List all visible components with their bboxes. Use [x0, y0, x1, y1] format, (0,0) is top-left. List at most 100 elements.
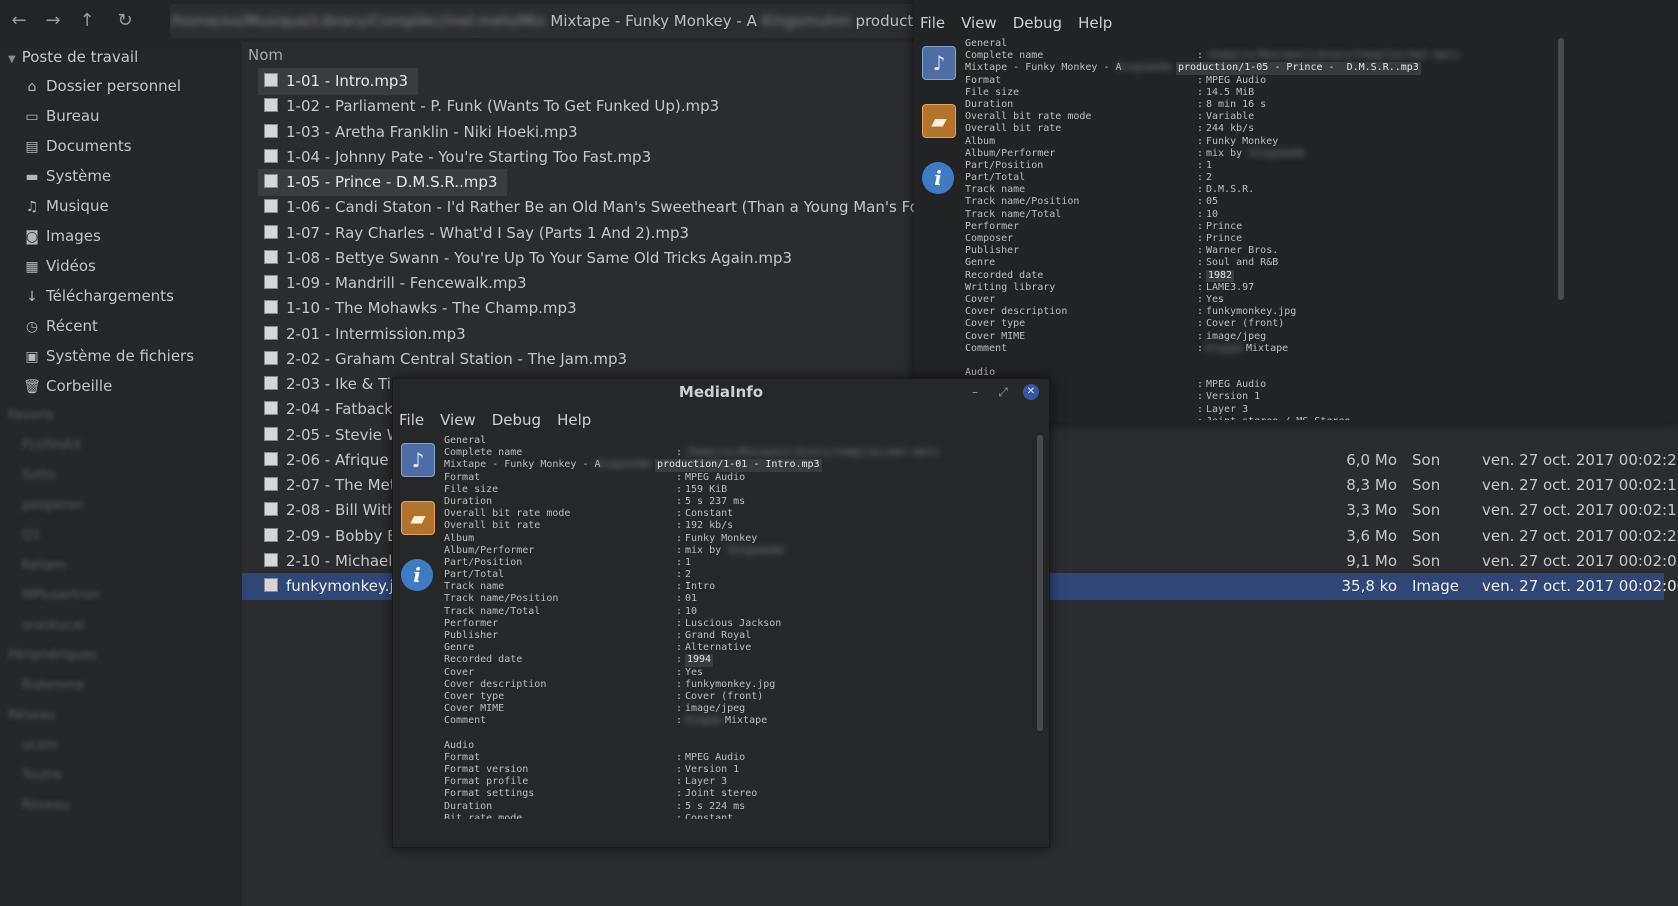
file-name-cell: 1-10 - The Mohawks - The Champ.mp3 — [258, 295, 587, 322]
file-icon — [264, 275, 278, 289]
report-value: MPEG Audio — [1206, 379, 1267, 391]
report-key: Overall bit rate — [965, 123, 1062, 135]
file-name: 1-09 - Mandrill - Fencewalk.mp3 — [286, 274, 527, 292]
sidebar-item[interactable]: 🗑 Corbeille — [22, 372, 112, 400]
menu-file[interactable]: File — [399, 411, 424, 429]
folder-icon[interactable]: ▰ — [401, 501, 435, 535]
file-name-cell: 1-02 - Parliament - P. Funk (Wants To Ge… — [258, 93, 729, 120]
menu-help[interactable]: Help — [557, 411, 591, 429]
report-key: Track name/Total — [444, 605, 541, 617]
report-colon: : — [1197, 403, 1204, 415]
mediainfo-menubar: File View Debug Help — [399, 411, 607, 437]
menu-file[interactable]: File — [920, 14, 945, 32]
report-key: Overall bit rate — [444, 520, 541, 532]
file-name: 1-06 - Candi Staton - I'd Rather Be an O… — [286, 198, 977, 217]
menu-help[interactable]: Help — [1078, 14, 1112, 32]
sidebar-item[interactable]: ↓ Téléchargements — [22, 282, 174, 310]
report-value: 14.5 MiB — [1206, 86, 1255, 98]
report-colon: : — [1197, 342, 1204, 354]
report-colon: : — [676, 581, 683, 593]
report-line: Duration:5 s 224 ms — [444, 801, 1036, 813]
mediainfo-side-icons: ♪ ▰ i — [401, 443, 435, 615]
report-line: Track name/Position:01 — [444, 593, 1036, 605]
close-icon[interactable]: ✕ — [1023, 384, 1039, 400]
sidebar-item-icon: 🗑 — [23, 379, 41, 395]
report-line: Format: MPEG Audio — [444, 752, 1036, 764]
report-line: Cover MIME: image/jpeg — [444, 703, 1036, 715]
sidebar-item[interactable]: ◷ Récent — [22, 312, 98, 340]
report-colon: : — [676, 447, 683, 459]
report-colon: : — [676, 678, 683, 690]
report-key: Complete name — [965, 50, 1044, 62]
sidebar-item[interactable]: ▣ Système de fichiers — [22, 342, 194, 370]
report-key: Format — [444, 471, 481, 483]
report-key: Performer — [444, 617, 499, 629]
sidebar-item[interactable]: ◙ Images — [22, 222, 101, 250]
file-date: ven. 27 oct. 2017 00:02:07 CEST — [1482, 551, 1678, 570]
report-line: Cover: Yes — [444, 667, 1036, 679]
file-name: 1-05 - Prince - D.M.S.R..mp3 — [286, 173, 498, 191]
sidebar-item-icon: ⌂ — [27, 79, 37, 95]
mediainfo-scrollbar[interactable] — [1037, 435, 1043, 731]
mediainfo-window[interactable]: MediaInfo – ⤢ ✕ File View Debug Help ♪ ▰ i … — [392, 378, 1050, 848]
report-line: Album: Funky Monkey — [965, 136, 1605, 148]
mediainfo-bg-scrollbar[interactable] — [1558, 38, 1564, 300]
audio-file-icon[interactable]: ♪ — [922, 46, 956, 80]
up-icon[interactable]: ↑ — [74, 8, 100, 34]
column-header-name[interactable]: Nom — [248, 46, 283, 64]
sidebar-faded-item: Sotto — [22, 468, 57, 483]
info-icon[interactable]: i — [922, 162, 954, 194]
forward-icon[interactable]: → — [40, 8, 66, 34]
report-value-hidden: Kingsm — [1206, 342, 1243, 354]
report-line — [965, 355, 1605, 367]
sidebar-item[interactable]: ▦ Vidéos — [22, 252, 95, 280]
audio-file-icon[interactable]: ♪ — [401, 443, 435, 477]
report-value: 1 — [1206, 159, 1213, 171]
report-value: Mixtape — [1246, 342, 1289, 354]
report-line: Audio — [965, 367, 1605, 379]
report-colon: : — [676, 800, 683, 812]
report-key: Track name — [965, 184, 1026, 196]
sidebar-item-label: Bureau — [46, 107, 100, 125]
report-value: 1982 — [1206, 269, 1235, 282]
menu-view[interactable]: View — [961, 14, 997, 32]
minimize-icon[interactable]: – — [967, 384, 983, 400]
info-icon[interactable]: i — [401, 559, 433, 591]
sidebar-item[interactable]: ▤ Documents — [22, 132, 131, 160]
report-value: 05 — [1206, 196, 1219, 208]
sidebar-item[interactable]: ⌂ Dossier personnel — [22, 72, 181, 100]
menu-debug[interactable]: Debug — [1013, 14, 1062, 32]
back-icon[interactable]: ← — [6, 8, 32, 34]
sidebar-faded-item: Kellam — [22, 558, 66, 573]
report-line: Overall bit rate mode: Variable — [965, 111, 1605, 123]
report-colon: : — [676, 666, 683, 678]
sidebar-header[interactable]: ▼ Poste de travail — [8, 48, 138, 66]
report-line: :Joint stereo / MS Stereo — [965, 416, 1605, 420]
location-bar[interactable]: /home/xx/Musique/Library/Compilec/mel-me… — [170, 4, 978, 38]
report-value: LAME3.97 — [1206, 281, 1255, 293]
report-line: Part/Position:1 — [444, 557, 1036, 569]
report-colon: : — [676, 788, 683, 800]
sidebar-item[interactable]: ♫ Musique — [22, 192, 109, 220]
folder-icon[interactable]: ▰ — [922, 104, 956, 138]
report-key: Part/Total — [444, 569, 505, 581]
menu-debug[interactable]: Debug — [492, 411, 541, 429]
report-line: Composer: Prince — [965, 233, 1605, 245]
report-colon: : — [676, 520, 683, 532]
report-line: Bit rate mode: Constant — [444, 813, 1036, 819]
report-value: Version 1 — [685, 764, 740, 776]
report-colon: : — [676, 569, 683, 581]
scrollbar-thumb[interactable] — [1037, 435, 1043, 731]
report-key: Cover description — [965, 306, 1068, 318]
mediainfo-titlebar[interactable]: MediaInfo – ⤢ ✕ — [393, 379, 1049, 407]
file-icon — [264, 426, 278, 441]
sidebar-item[interactable]: ▬ Système — [22, 162, 111, 190]
scrollbar-thumb[interactable] — [1558, 38, 1564, 300]
reload-icon[interactable]: ↻ — [112, 8, 138, 34]
file-date: ven. 27 oct. 2017 00:02:22 CEST — [1482, 526, 1678, 545]
menu-view[interactable]: View — [440, 411, 476, 429]
file-name: 1-01 - Intro.mp3 — [286, 72, 408, 90]
maximize-icon[interactable]: ⤢ — [995, 384, 1011, 400]
mediainfo-window-background[interactable]: File View Debug Help ♪ ▰ i General Complete … — [914, 0, 1678, 422]
sidebar-item[interactable]: ▭ Bureau — [22, 102, 100, 130]
